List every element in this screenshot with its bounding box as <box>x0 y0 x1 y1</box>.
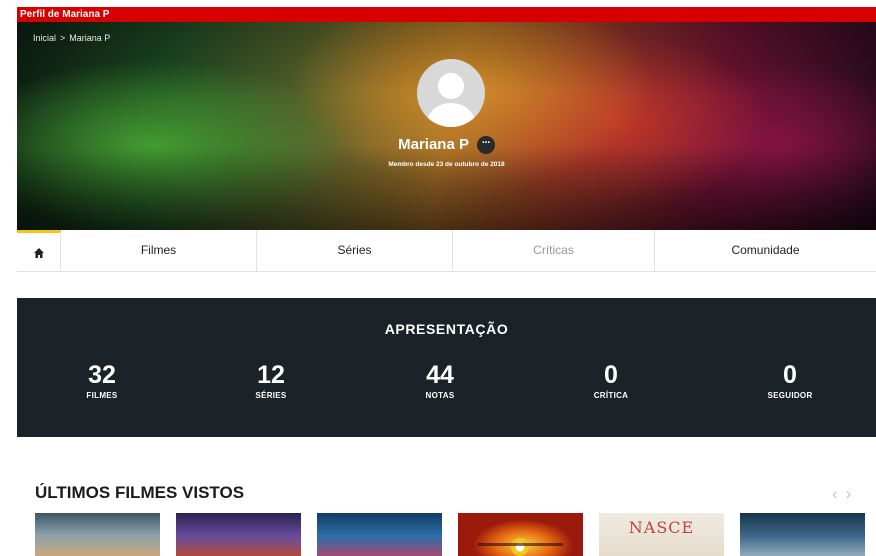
stat-value: 0 <box>604 361 618 389</box>
poster-art <box>478 538 563 556</box>
movie-poster[interactable] <box>458 513 583 556</box>
profile-header: Inicial > Mariana P Mariana P ··· Membro d… <box>17 22 876 230</box>
stat-value: 12 <box>257 361 285 389</box>
stat-value: 44 <box>426 361 454 389</box>
home-icon <box>33 247 44 258</box>
profile-name: Mariana P <box>398 136 469 153</box>
stat-seguidor[interactable]: 0 SEGUIDOR <box>730 361 850 400</box>
stat-notas[interactable]: 44 NOTAS <box>380 361 500 400</box>
breadcrumb: Inicial > Mariana P <box>33 33 114 43</box>
poster-title: NASCE <box>628 518 695 537</box>
tab-home[interactable] <box>17 230 61 271</box>
breadcrumb-separator: > <box>60 33 66 43</box>
window-title-bar: Perfil de Mariana P <box>17 7 876 22</box>
section-title: ÚLTIMOS FILMES VISTOS <box>35 483 245 502</box>
profile-tabs: Filmes Séries Críticas Comunidade <box>17 230 876 272</box>
breadcrumb-current: Mariana P <box>69 33 111 43</box>
movie-poster[interactable] <box>740 513 865 556</box>
stat-label: NOTAS <box>425 391 455 400</box>
stat-critica[interactable]: 0 CRÍTICA <box>551 361 671 400</box>
carousel-arrows: ‹› <box>832 484 859 504</box>
tab-filmes[interactable]: Filmes <box>61 230 257 271</box>
window-title: Perfil de Mariana P <box>20 9 110 20</box>
stats-panel: APRESENTAÇÃO 32 FILMES 12 SÉRIES 44 NOTA… <box>17 298 876 437</box>
stat-series[interactable]: 12 SÉRIES <box>211 361 331 400</box>
tab-comunidade[interactable]: Comunidade <box>655 230 876 271</box>
stat-label: SEGUIDOR <box>767 391 813 400</box>
stat-value: 0 <box>783 361 797 389</box>
movie-poster[interactable] <box>317 513 442 556</box>
user-silhouette-icon <box>427 73 475 127</box>
movie-poster[interactable]: NASCE <box>599 513 724 556</box>
movie-poster[interactable] <box>176 513 301 556</box>
profile-name-row: Mariana P ··· <box>17 136 876 155</box>
tab-criticas[interactable]: Críticas <box>453 230 655 271</box>
breadcrumb-home-link[interactable]: Inicial <box>33 33 56 43</box>
stat-value: 32 <box>88 361 116 389</box>
chevron-left-icon[interactable]: ‹ <box>832 484 846 503</box>
stat-label: FILMES <box>86 391 118 400</box>
avatar[interactable] <box>417 59 485 127</box>
member-since: Membro desde 23 de outubro de 2018 <box>388 161 505 168</box>
stat-filmes[interactable]: 32 FILMES <box>42 361 162 400</box>
ellipsis-icon[interactable]: ··· <box>476 136 495 155</box>
movie-poster[interactable] <box>35 513 160 556</box>
stat-label: SÉRIES <box>255 391 287 400</box>
chevron-right-icon[interactable]: › <box>846 484 860 503</box>
tab-series[interactable]: Séries <box>257 230 453 271</box>
stat-label: CRÍTICA <box>593 391 629 400</box>
stats-title: APRESENTAÇÃO <box>384 321 509 337</box>
